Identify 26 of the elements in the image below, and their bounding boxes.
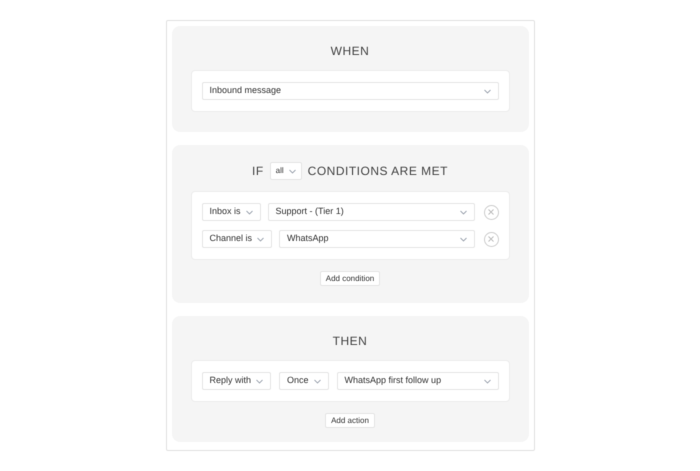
chevron-down-icon [460,236,466,242]
dropdown[interactable]: Once [279,372,329,390]
chevron-down-icon [288,168,296,174]
add-button[interactable]: Add condition [320,271,380,286]
chevron-down-icon [256,378,264,384]
chevron-down-icon [257,236,264,242]
chevron-down-icon [484,88,490,94]
section-title: THEN [332,333,368,350]
add-button[interactable]: Add action [325,413,375,428]
section-title: CONDITIONS ARE MET [308,163,448,180]
section-title: IF [252,163,264,180]
remove-icon[interactable] [484,232,498,246]
chevron-down-icon [314,378,321,384]
chevron-down-icon [484,378,490,384]
chevron-down-icon [246,210,253,214]
chevron-down-icon [460,210,466,214]
dropdown[interactable]: Inbox is [202,203,261,221]
dropdown[interactable]: WhatsApp first follow up [336,372,498,390]
dropdown[interactable]: Inbound message [202,82,498,100]
section-title: WHEN [330,43,370,60]
dropdown[interactable]: all [270,162,302,180]
dropdown[interactable]: Channel is [202,230,272,248]
dropdown[interactable]: WhatsApp [279,230,474,248]
dropdown[interactable]: Reply with [202,372,272,390]
dropdown[interactable]: Support - (Tier 1) [268,203,474,221]
remove-icon[interactable] [484,204,498,220]
